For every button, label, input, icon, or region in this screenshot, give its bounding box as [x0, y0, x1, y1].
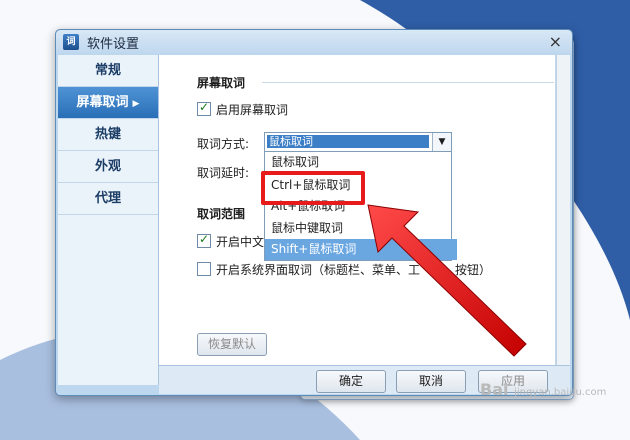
dropdown-option[interactable]: 鼠标中键取词	[265, 218, 457, 239]
close-button[interactable]: ×	[549, 32, 562, 51]
sidebar-item-label: 代理	[94, 191, 121, 206]
sidebar-item-label: 热键	[94, 127, 121, 142]
sidebar-item-label: 屏幕取词	[76, 95, 129, 110]
chevron-down-icon[interactable]: ▼	[432, 133, 451, 151]
dropdown-option[interactable]: 鼠标取词	[265, 152, 457, 173]
watermark-sub: jingyan.baidu.com	[514, 387, 607, 398]
sidebar-item-screen-capture[interactable]: 屏幕取词 ▶	[58, 87, 158, 119]
ui-capture-label: 开启系统界面取词（标题栏、菜单、工	[216, 263, 421, 277]
sidebar-item-proxy[interactable]: 代理	[58, 183, 158, 215]
section-title-range: 取词范围	[197, 207, 246, 221]
chinese-capture-checkbox[interactable]: ✓	[197, 232, 211, 248]
capture-method-dropdown: 鼠标取词 Ctrl+鼠标取词 Alt+鼠标取词 鼠标中键取词 Shift+鼠标取…	[264, 151, 457, 261]
watermark-text: Bai	[480, 380, 509, 399]
section-divider	[262, 82, 554, 83]
capture-method-select[interactable]: 鼠标取词 ▼	[264, 132, 452, 152]
sidebar-item-appearance[interactable]: 外观	[58, 151, 158, 183]
cancel-button[interactable]: 取消	[396, 370, 466, 393]
enable-capture-checkbox[interactable]: ✓	[197, 100, 211, 116]
capture-delay-label: 取词延时:	[197, 166, 250, 180]
dialog-title: 软件设置	[87, 37, 140, 52]
app-icon: 词	[63, 34, 79, 50]
capture-method-label: 取词方式:	[197, 137, 250, 151]
sidebar-item-general[interactable]: 常规	[58, 55, 158, 87]
capture-method-value: 鼠标取词	[267, 135, 429, 148]
checkmark-icon: ✓	[199, 232, 210, 246]
checkmark-icon: ✓	[199, 100, 210, 114]
enable-capture-label: 启用屏幕取词	[216, 103, 289, 117]
ui-capture-checkbox[interactable]	[197, 262, 211, 276]
restore-defaults-button[interactable]: 恢复默认	[197, 333, 267, 356]
sidebar-item-hotkeys[interactable]: 热键	[58, 119, 158, 151]
chinese-capture-label: 开启中文	[216, 235, 265, 249]
titlebar: 词 软件设置 ×	[56, 30, 572, 54]
annotation-highlight-box	[261, 171, 365, 205]
watermark: Bai jingyan.baidu.com	[480, 380, 606, 399]
chevron-right-icon: ▶	[132, 99, 140, 109]
ui-capture-label-tail: 按钮）	[455, 263, 492, 277]
dropdown-option-selected[interactable]: Shift+鼠标取词	[265, 239, 457, 260]
section-title-screen-capture: 屏幕取词	[197, 76, 246, 90]
panel-scrollbar[interactable]	[556, 55, 570, 365]
sidebar-item-label: 常规	[94, 63, 121, 78]
ok-button[interactable]: 确定	[316, 370, 386, 393]
settings-sidebar: 常规 屏幕取词 ▶ 热键 外观 代理	[58, 55, 159, 385]
sidebar-item-label: 外观	[94, 159, 121, 174]
